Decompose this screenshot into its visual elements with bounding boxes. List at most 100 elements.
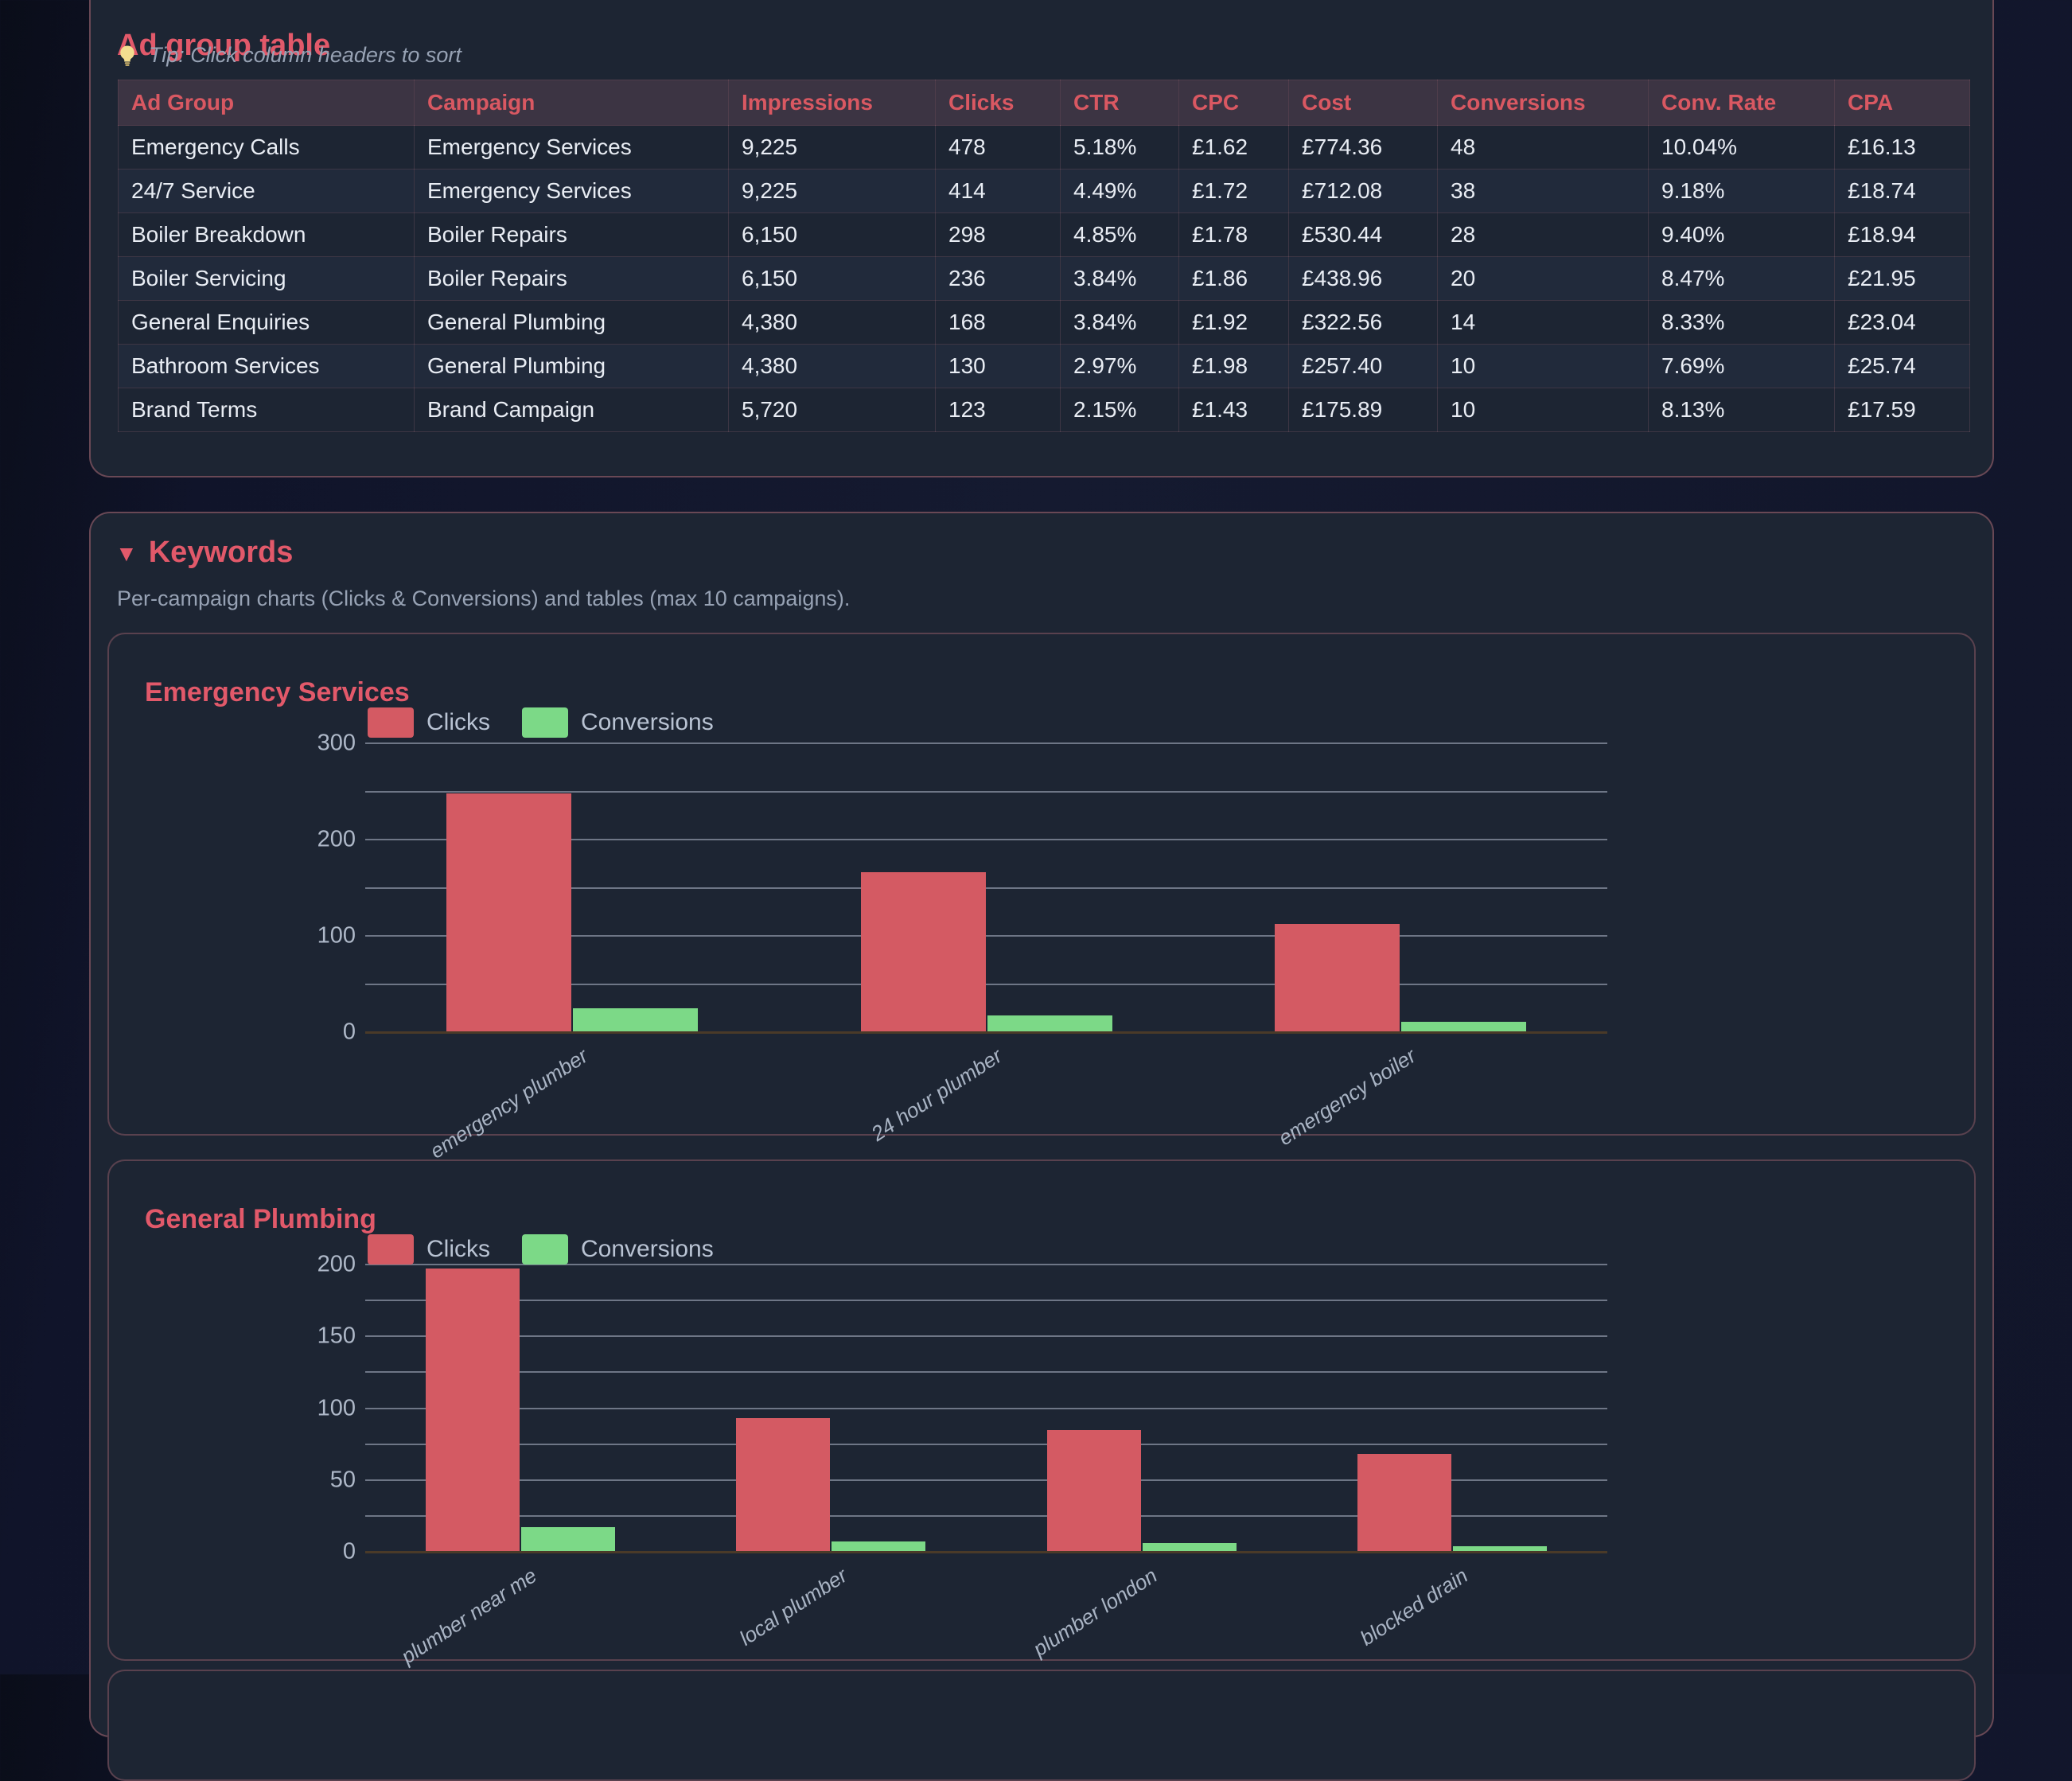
general-plumbing-chart-card: General Plumbing 050100150200plumber nea…	[107, 1159, 1976, 1661]
legend-swatch-clicks	[368, 1234, 414, 1265]
table-cell: 28	[1438, 213, 1649, 257]
dashboard-page: { "accent": { "primary_red": "#e2596a", …	[0, 0, 2072, 1674]
clicks-bar	[1047, 1430, 1141, 1552]
table-cell: £18.94	[1835, 213, 1970, 257]
y-tick-label: 300	[284, 732, 356, 755]
gridline	[365, 1371, 1607, 1373]
gridline	[365, 791, 1607, 793]
table-cell: 3.84%	[1061, 257, 1179, 301]
keywords-section-title: Keywords	[149, 537, 294, 567]
table-cell: £175.89	[1289, 388, 1438, 432]
table-cell: 48	[1438, 126, 1649, 170]
table-cell: 2.97%	[1061, 345, 1179, 388]
column-header-conv-rate[interactable]: Conv. Rate	[1649, 80, 1835, 126]
table-cell: 9.18%	[1649, 170, 1835, 213]
table-cell: 4,380	[729, 301, 936, 345]
table-cell: £16.13	[1835, 126, 1970, 170]
column-header-cost[interactable]: Cost	[1289, 80, 1438, 126]
table-cell: 123	[936, 388, 1061, 432]
gridline	[365, 1335, 1607, 1337]
x-axis-line	[365, 1551, 1607, 1553]
y-tick-label: 150	[284, 1325, 356, 1348]
column-header-cpa[interactable]: CPA	[1835, 80, 1970, 126]
table-cell: £438.96	[1289, 257, 1438, 301]
y-tick-label: 0	[284, 1541, 356, 1564]
x-category-label: plumber near me	[397, 1565, 539, 1667]
ad-group-table-panel: Ad group table Tip: Click column headers…	[89, 0, 1994, 477]
table-cell: 9,225	[729, 170, 936, 213]
table-cell: 168	[936, 301, 1061, 345]
table-row: Boiler BreakdownBoiler Repairs6,1502984.…	[119, 213, 1970, 257]
next-campaign-chart-card	[107, 1670, 1976, 1781]
column-header-campaign[interactable]: Campaign	[415, 80, 729, 126]
x-category-label: local plumber	[736, 1565, 851, 1649]
ad-group-table-wrapper: Ad GroupCampaignImpressionsClicksCTRCPCC…	[118, 80, 1970, 432]
table-cell: 236	[936, 257, 1061, 301]
y-tick-label: 0	[284, 1021, 356, 1044]
table-cell: 3.84%	[1061, 301, 1179, 345]
table-cell: 9,225	[729, 126, 936, 170]
clicks-bar	[1275, 924, 1400, 1032]
table-cell: 14	[1438, 301, 1649, 345]
chart-legend: ClicksConversions	[368, 707, 714, 738]
table-cell: £17.59	[1835, 388, 1970, 432]
y-tick-label: 100	[284, 1397, 356, 1420]
x-category-label: emergency plumber	[426, 1045, 591, 1162]
table-cell: 10	[1438, 345, 1649, 388]
column-header-conversions[interactable]: Conversions	[1438, 80, 1649, 126]
table-cell: 7.69%	[1649, 345, 1835, 388]
conversions-bar	[987, 1015, 1112, 1032]
table-cell: £257.40	[1289, 345, 1438, 388]
clicks-bar	[426, 1269, 520, 1552]
table-cell: £1.92	[1179, 301, 1289, 345]
column-header-impressions[interactable]: Impressions	[729, 80, 936, 126]
gridline	[365, 1300, 1607, 1301]
column-header-ctr[interactable]: CTR	[1061, 80, 1179, 126]
table-cell: £21.95	[1835, 257, 1970, 301]
legend-swatch-conversions	[522, 707, 568, 738]
table-cell: 2.15%	[1061, 388, 1179, 432]
column-header-cpc[interactable]: CPC	[1179, 80, 1289, 126]
table-cell: General Plumbing	[415, 345, 729, 388]
table-cell: £23.04	[1835, 301, 1970, 345]
column-header-ad-group[interactable]: Ad Group	[119, 80, 415, 126]
table-cell: 5.18%	[1061, 126, 1179, 170]
legend-label: Conversions	[581, 711, 714, 735]
x-category-label: blocked drain	[1357, 1565, 1471, 1649]
x-axis-line	[365, 1031, 1607, 1034]
clicks-bar	[1357, 1454, 1451, 1552]
table-cell: 8.47%	[1649, 257, 1835, 301]
keywords-section-subtitle: Per-campaign charts (Clicks & Conversion…	[117, 587, 850, 611]
x-category-label: plumber london	[1030, 1565, 1160, 1659]
table-row: Emergency CallsEmergency Services9,22547…	[119, 126, 1970, 170]
table-cell: £530.44	[1289, 213, 1438, 257]
table-cell: Boiler Repairs	[415, 213, 729, 257]
legend-swatch-conversions	[522, 1234, 568, 1265]
y-tick-label: 100	[284, 925, 356, 948]
y-tick-label: 200	[284, 828, 356, 852]
gridline	[365, 1408, 1607, 1409]
table-cell: 478	[936, 126, 1061, 170]
table-cell: Boiler Repairs	[415, 257, 729, 301]
table-cell: 10.04%	[1649, 126, 1835, 170]
keywords-panel: ▼ Keywords Per-campaign charts (Clicks &…	[89, 512, 1994, 1737]
table-cell: Brand Campaign	[415, 388, 729, 432]
table-cell: Emergency Services	[415, 170, 729, 213]
table-cell: Boiler Breakdown	[119, 213, 415, 257]
column-header-clicks[interactable]: Clicks	[936, 80, 1061, 126]
table-cell: £1.62	[1179, 126, 1289, 170]
table-cell: 298	[936, 213, 1061, 257]
collapse-triangle-icon: ▼	[115, 543, 138, 565]
table-row: General EnquiriesGeneral Plumbing4,38016…	[119, 301, 1970, 345]
table-cell: 8.13%	[1649, 388, 1835, 432]
table-row: 24/7 ServiceEmergency Services9,2254144.…	[119, 170, 1970, 213]
table-cell: 414	[936, 170, 1061, 213]
table-cell: 8.33%	[1649, 301, 1835, 345]
legend-item-clicks: Clicks	[368, 1234, 490, 1265]
table-cell: £1.72	[1179, 170, 1289, 213]
keywords-section-toggle[interactable]: ▼ Keywords	[115, 537, 293, 567]
table-row: Brand TermsBrand Campaign5,7201232.15%£1…	[119, 388, 1970, 432]
table-cell: £712.08	[1289, 170, 1438, 213]
table-cell: 24/7 Service	[119, 170, 415, 213]
x-category-label: emergency boiler	[1276, 1045, 1420, 1148]
